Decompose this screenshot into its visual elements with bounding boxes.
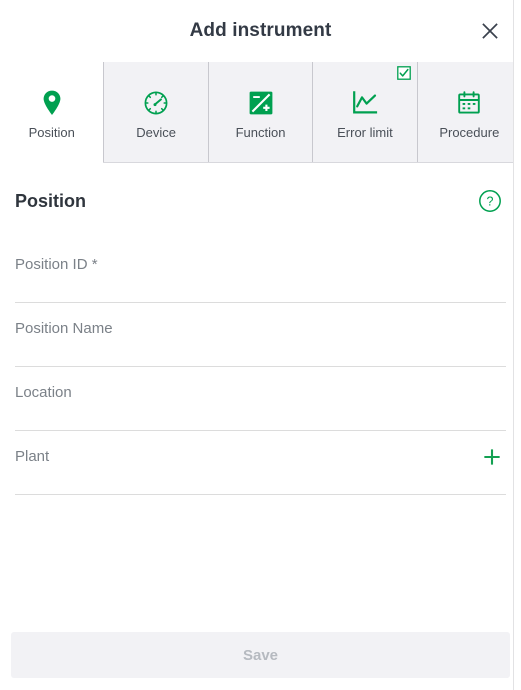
add-instrument-dialog: Add instrument Position Device Function …	[0, 0, 521, 690]
line-chart-icon	[351, 86, 379, 120]
field-position-name[interactable]: Position Name	[15, 303, 506, 367]
field-label: Position ID *	[15, 256, 98, 273]
vertical-scrollbar[interactable]	[513, 0, 521, 690]
page-title: Position	[15, 190, 86, 211]
dialog-title: Add instrument	[189, 20, 332, 41]
calendar-icon	[456, 86, 482, 120]
required-marker: *	[91, 256, 98, 273]
tab-label: Device	[136, 124, 176, 140]
position-form: Position ? Position ID * Position Name L…	[0, 163, 521, 620]
close-button[interactable]	[473, 14, 507, 48]
tab-function[interactable]: Function	[207, 62, 313, 162]
close-icon	[482, 23, 498, 39]
field-location[interactable]: Location	[15, 367, 506, 431]
tab-error-limit[interactable]: Error limit	[312, 62, 417, 162]
plus-icon	[484, 448, 500, 465]
map-pin-icon	[41, 86, 63, 120]
section-header: Position ?	[15, 163, 506, 239]
field-label: Location	[15, 384, 72, 401]
question-circle-icon: ?	[479, 190, 501, 212]
field-label: Plant	[15, 448, 50, 465]
save-button[interactable]: Save	[11, 632, 510, 678]
tab-label: Procedure	[439, 124, 500, 140]
add-plant-button[interactable]	[480, 445, 504, 481]
tab-position[interactable]: Position	[0, 62, 104, 163]
checkbox-checked-icon	[396, 66, 411, 80]
function-icon	[248, 86, 274, 120]
tab-label: Function	[235, 124, 286, 140]
dialog-header: Add instrument	[0, 0, 521, 62]
tab-label: Error limit	[337, 124, 393, 140]
help-button[interactable]: ?	[477, 188, 503, 214]
tab-procedure[interactable]: Procedure	[416, 62, 521, 162]
field-position-id[interactable]: Position ID *	[15, 239, 506, 303]
tab-completed-checkbox[interactable]	[396, 66, 411, 80]
tab-device[interactable]: Device	[103, 62, 208, 162]
tab-label: Position	[28, 124, 75, 140]
gauge-icon	[142, 86, 170, 120]
tab-bar: Position Device Function Error limit Pro…	[0, 62, 521, 163]
field-label: Position Name	[15, 320, 113, 337]
dialog-footer: Save	[0, 620, 521, 690]
field-plant[interactable]: Plant	[15, 431, 506, 495]
svg-text:?: ?	[487, 195, 494, 209]
